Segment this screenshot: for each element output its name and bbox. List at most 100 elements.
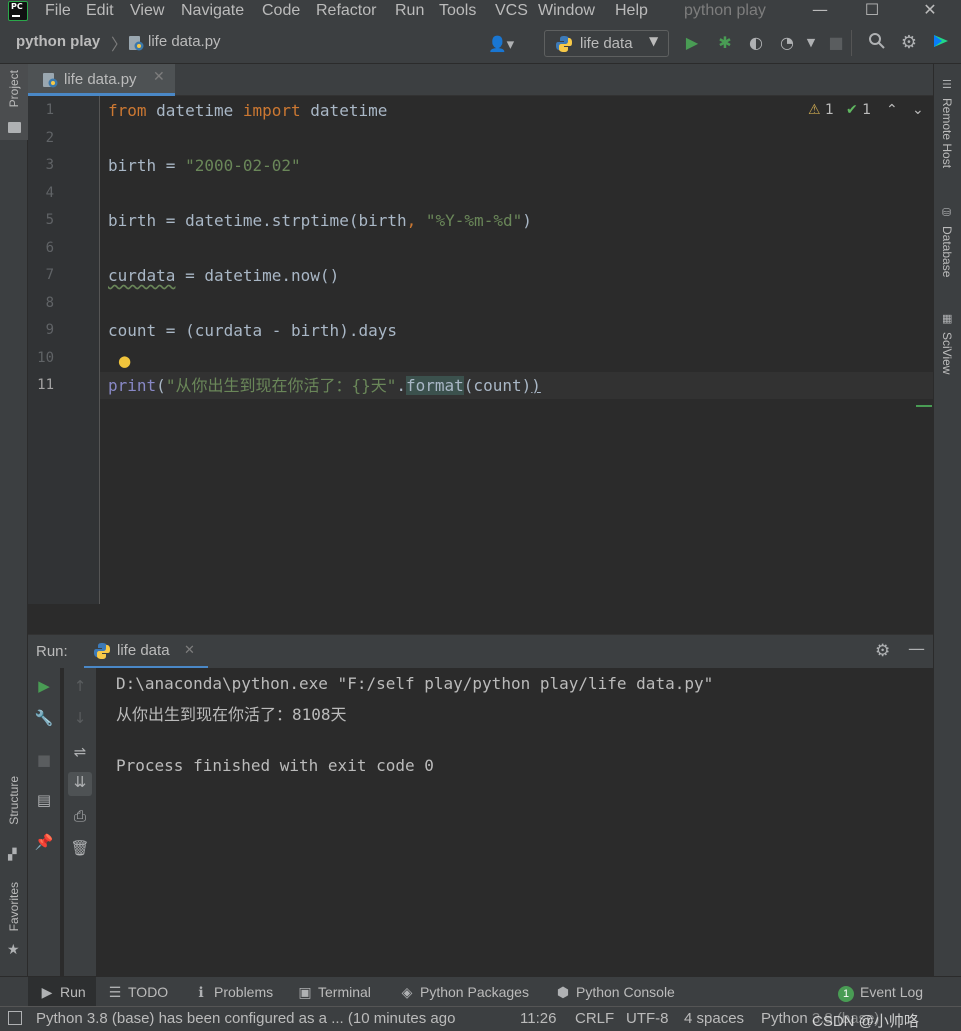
warning-count-indicator[interactable]: ⚠ 1: [808, 102, 834, 124]
tool-todo-button[interactable]: ☰ TODO: [108, 984, 168, 1001]
tool-problems-button[interactable]: ℹ Problems: [194, 984, 273, 1001]
close-window-icon[interactable]: ✕: [910, 0, 950, 22]
run-configuration-select[interactable]: life data ▼: [544, 30, 669, 57]
python-icon: [555, 35, 573, 57]
file-encoding[interactable]: UTF-8: [626, 1010, 669, 1027]
project-tool-label: Project: [7, 70, 21, 108]
jetbrains-toolbox-icon[interactable]: [930, 32, 952, 54]
tool-terminal-button[interactable]: ▣ Terminal: [298, 984, 371, 1001]
line-number: 9: [45, 322, 54, 338]
console-actions-strip: ↑ ↓ ⇌ ⇊ ⎙ 🗑: [64, 668, 96, 976]
code-line-1: from datetime import datetime: [108, 101, 388, 120]
problems-icon: ℹ: [198, 984, 204, 1000]
pin-icon[interactable]: 📌: [34, 832, 54, 852]
minimize-icon[interactable]: —: [800, 0, 840, 22]
line-separator[interactable]: CRLF: [575, 1010, 614, 1027]
run-icon[interactable]: ▶: [681, 32, 703, 54]
rerun-icon[interactable]: ▶: [34, 676, 54, 696]
line-number: 4: [45, 185, 54, 201]
chevron-down-icon: ▼: [649, 34, 659, 48]
tool-run-button[interactable]: ▶ Run: [28, 977, 96, 1007]
settings-gear-icon[interactable]: ⚙: [898, 32, 920, 54]
settings-gear-icon[interactable]: ⚙: [875, 641, 890, 661]
favorites-tool-button[interactable]: Favorites ★: [0, 882, 28, 972]
menu-view[interactable]: View: [130, 0, 164, 22]
packages-icon: ◈: [401, 984, 413, 1000]
run-tab-life-data[interactable]: life data ✕: [84, 635, 208, 669]
python-file-icon: [42, 72, 58, 92]
layout-icon[interactable]: ▤: [34, 790, 54, 810]
tab-life-data[interactable]: life data.py ✕: [28, 64, 175, 96]
status-message[interactable]: Python 3.8 (base) has been configured as…: [36, 1010, 455, 1027]
debug-icon[interactable]: ✱: [714, 32, 736, 54]
sciview-icon: ▦: [942, 312, 953, 325]
sciview-label: SciView: [940, 332, 954, 375]
remote-host-tool-button[interactable]: ☰ Remote Host: [934, 78, 961, 188]
sciview-tool-button[interactable]: ▦ SciView: [934, 312, 961, 392]
menu-vcs[interactable]: VCS: [495, 0, 528, 22]
profile-icon[interactable]: ◔: [776, 32, 798, 54]
wrench-icon[interactable]: 🔧: [34, 708, 54, 728]
toolbar-divider: [851, 30, 852, 56]
lightbulb-icon[interactable]: ●: [118, 352, 131, 370]
database-tool-button[interactable]: ⛁ Database: [934, 206, 961, 296]
breadcrumb-project[interactable]: python play: [16, 33, 100, 50]
print-icon[interactable]: ⎙: [70, 806, 90, 826]
editor-tabs: life data.py ✕: [28, 64, 933, 96]
hide-panel-icon[interactable]: —: [908, 639, 925, 659]
run-panel: ▶ 🔧 ■ ▤ 📌 ↑ ↓ ⇌ ⇊ ⎙ 🗑 D:\anaconda\python…: [28, 668, 933, 976]
todo-icon: ☰: [108, 984, 122, 1000]
code-line-11: print("从你出生到现在你活了：{}天".format(count)): [108, 376, 541, 395]
more-run-icon[interactable]: ▼: [800, 32, 822, 54]
tool-python-packages-button[interactable]: ◈ Python Packages: [400, 984, 529, 1001]
watermark: CSDN @小帅咯: [812, 1010, 919, 1031]
run-actions-strip: ▶ 🔧 ■ ▤ 📌: [28, 668, 60, 976]
stop-icon[interactable]: ■: [825, 32, 847, 54]
line-number: 3: [45, 157, 54, 173]
trash-icon[interactable]: 🗑: [70, 838, 90, 858]
scroll-to-end-icon[interactable]: ⇊: [68, 772, 92, 796]
check-icon: ✔: [846, 102, 858, 118]
menu-tools[interactable]: Tools: [439, 0, 476, 22]
breadcrumb-separator-icon: 〉: [111, 35, 128, 54]
indent-setting[interactable]: 4 spaces: [684, 1010, 744, 1027]
structure-tool-button[interactable]: Structure ▞: [0, 776, 28, 866]
menu-refactor[interactable]: Refactor: [316, 0, 376, 22]
run-panel-title: Run:: [36, 643, 68, 660]
close-tab-icon[interactable]: ✕: [153, 69, 165, 85]
run-tab-label: life data: [117, 642, 170, 659]
close-tab-icon[interactable]: ✕: [184, 643, 195, 658]
code-editor[interactable]: 1 2 3 4 5 6 7 8 9 10 11 from datetime im…: [28, 96, 933, 604]
menu-run[interactable]: Run: [395, 0, 424, 22]
up-arrow-icon[interactable]: ↑: [70, 676, 90, 696]
menu-window[interactable]: Window: [538, 0, 595, 22]
code-line-7: curdata = datetime.now(): [108, 266, 340, 285]
user-icon[interactable]: 👤▾: [488, 35, 514, 53]
run-icon: ▶: [41, 984, 53, 1000]
down-arrow-icon[interactable]: ↓: [70, 708, 90, 728]
caret-position[interactable]: 11:26: [520, 1010, 556, 1027]
menu-code[interactable]: Code: [262, 0, 300, 22]
stop-icon[interactable]: ■: [34, 750, 54, 770]
menu-file[interactable]: File: [45, 0, 71, 22]
menu-help[interactable]: Help: [615, 0, 648, 22]
menu-navigate[interactable]: Navigate: [181, 0, 244, 22]
project-tool-button[interactable]: Project: [0, 64, 28, 140]
menu-edit[interactable]: Edit: [86, 0, 114, 22]
next-highlight-icon[interactable]: ⌄: [912, 102, 924, 124]
coverage-icon[interactable]: ◐: [745, 32, 767, 54]
toggle-tool-windows-icon[interactable]: [8, 1011, 22, 1025]
soft-wrap-icon[interactable]: ⇌: [70, 742, 90, 762]
maximize-icon[interactable]: ☐: [852, 0, 892, 22]
terminal-icon: ▣: [298, 984, 312, 1000]
breadcrumb-file[interactable]: life data.py: [148, 33, 221, 50]
search-icon[interactable]: [866, 32, 888, 54]
weak-warning-count-indicator[interactable]: ✔ 1: [846, 102, 871, 124]
code-line-9: count = (curdata - birth).days: [108, 321, 397, 340]
console-output-line: 从你出生到现在你活了：8108天: [116, 705, 347, 724]
line-number: 5: [45, 212, 54, 228]
tool-python-console-button[interactable]: ⬢ Python Console: [556, 984, 675, 1001]
right-tool-strip: ☰ Remote Host ⛁ Database ▦ SciView: [933, 64, 961, 976]
previous-highlight-icon[interactable]: ⌃: [886, 102, 898, 124]
tool-event-log-button[interactable]: 1 Event Log: [838, 984, 923, 1002]
